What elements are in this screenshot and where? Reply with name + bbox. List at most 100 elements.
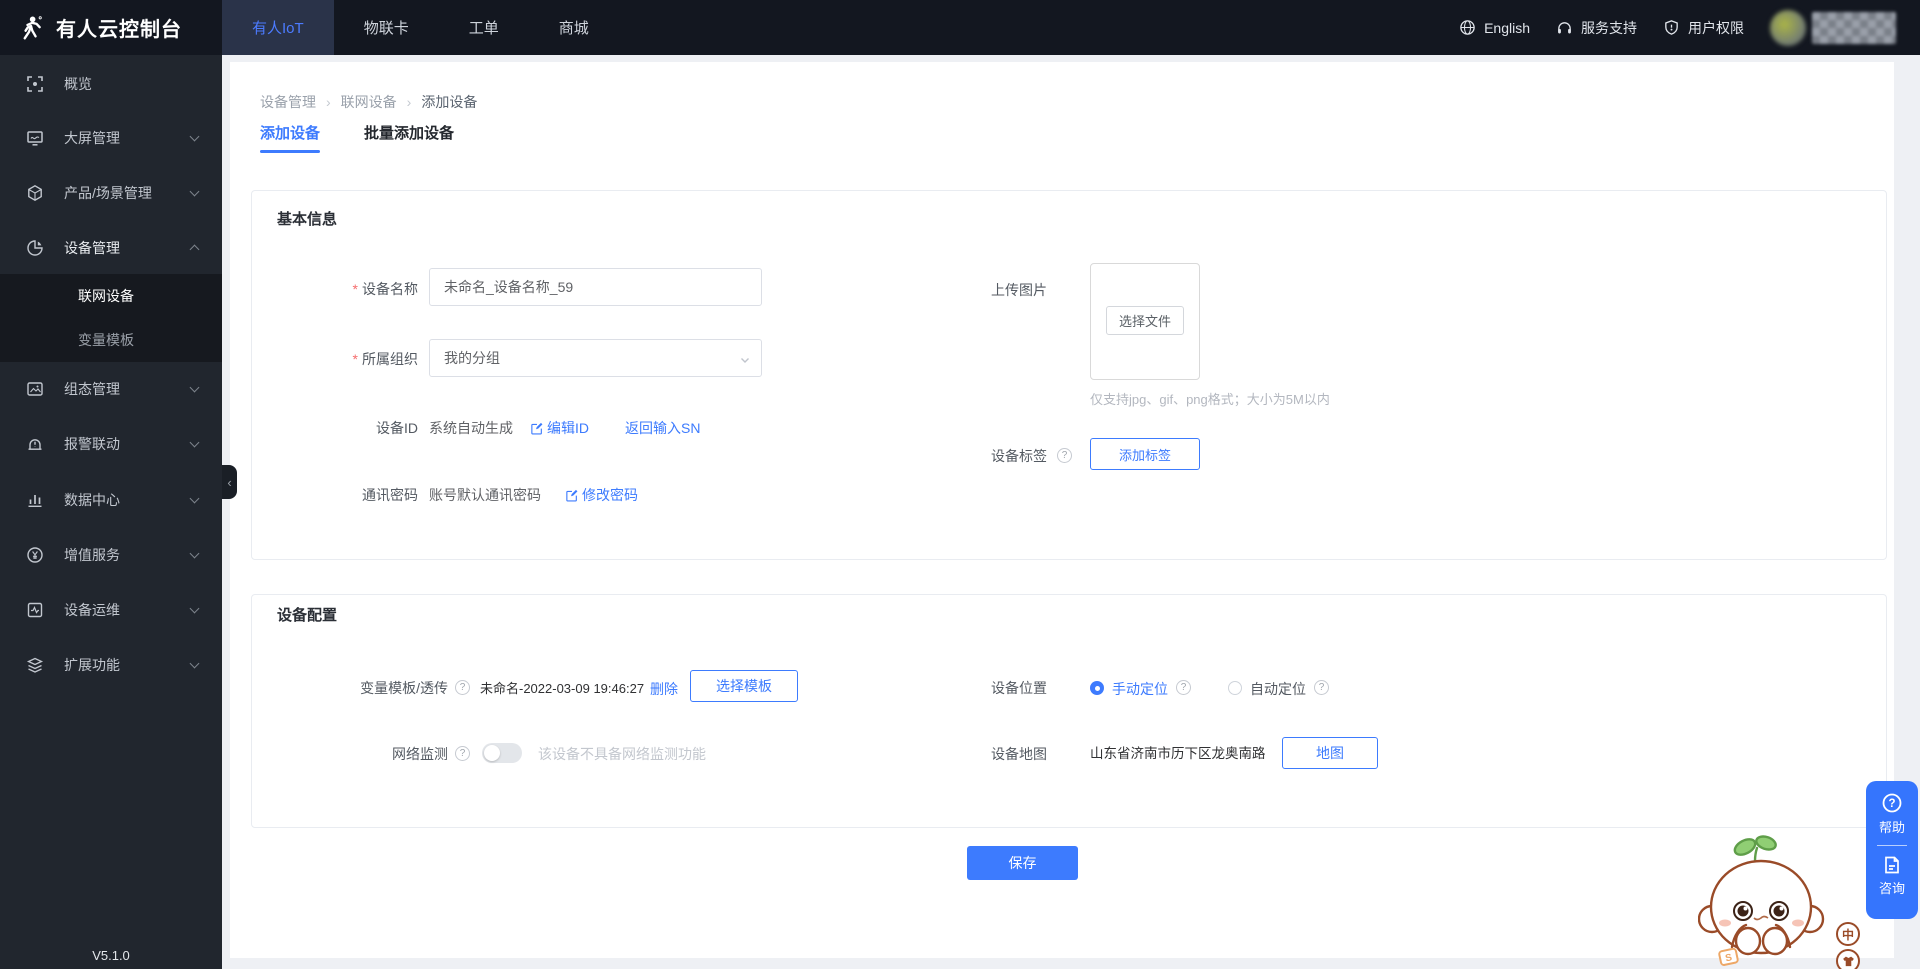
back-to-sn-link[interactable]: 返回输入SN	[625, 418, 700, 438]
delete-template-link[interactable]: 删除	[650, 679, 678, 699]
comm-password-label: 通讯密码	[362, 487, 418, 503]
org-select[interactable]: 我的分组	[429, 339, 762, 377]
document-icon[interactable]	[1882, 855, 1902, 875]
auto-locate-radio[interactable]	[1228, 681, 1242, 695]
template-label: 变量模板/透传	[360, 680, 448, 696]
user-permission-label: 用户权限	[1688, 19, 1744, 36]
sidebar-item-product-scene[interactable]: 产品/场景管理	[0, 171, 222, 215]
collapse-arrow-icon: ‹	[227, 474, 232, 490]
device-map-address: 山东省济南市历下区龙奥南路	[1090, 746, 1266, 761]
auto-locate-label[interactable]: 自动定位	[1250, 679, 1306, 699]
zhong-badge-button[interactable]: 中	[1836, 922, 1860, 946]
breadcrumb-separator-icon: ›	[406, 94, 412, 110]
sidebar-item-alarm-linkage[interactable]: 报警联动	[0, 422, 222, 466]
sidebar-item-label: 报警联动	[64, 436, 120, 452]
clothes-badge-button[interactable]	[1836, 949, 1860, 969]
header-tab-mall[interactable]: 商城	[529, 0, 619, 55]
map-button[interactable]: 地图	[1282, 737, 1378, 769]
user-permission[interactable]: 用户权限	[1663, 18, 1744, 38]
active-tab-underline	[260, 150, 320, 153]
image-icon	[26, 380, 44, 398]
choose-template-button[interactable]: 选择模板	[690, 670, 798, 702]
username-redacted	[1812, 11, 1896, 44]
consult-label[interactable]: 咨询	[1879, 878, 1905, 897]
basic-info-title: 基本信息	[277, 211, 338, 228]
sidebar-item-overview[interactable]: 概览	[0, 62, 222, 106]
add-tag-button[interactable]: 添加标签	[1090, 438, 1200, 470]
breadcrumb-device-mgmt[interactable]: 设备管理	[260, 92, 316, 112]
cube-icon	[26, 184, 44, 202]
breadcrumb-add-device: 添加设备	[421, 94, 478, 110]
chevron-down-icon	[189, 658, 200, 669]
monitor-pulse-icon	[26, 601, 44, 619]
sidebar-item-label: 产品/场景管理	[64, 185, 152, 201]
sidebar-item-data-center[interactable]: 数据中心	[0, 478, 222, 522]
sidebar-subitem-networked-devices[interactable]: 联网设备	[0, 274, 222, 318]
help-label[interactable]: 帮助	[1879, 817, 1905, 836]
breadcrumb-networked-devices[interactable]: 联网设备	[341, 92, 397, 112]
sidebar-item-label: 概览	[64, 76, 92, 92]
org-label: * 所属组织	[352, 351, 418, 367]
header-tab-workorder[interactable]: 工单	[439, 0, 529, 55]
sidebar-item-device-mgmt[interactable]: 设备管理	[0, 226, 222, 270]
help-question-icon[interactable]: ?	[455, 680, 470, 695]
comm-password-value: 账号默认通讯密码	[429, 487, 541, 503]
sidebar-item-label: 设备管理	[64, 240, 120, 256]
manual-locate-label[interactable]: 手动定位	[1112, 679, 1168, 699]
chevron-down-icon	[189, 131, 200, 142]
mascot-character[interactable]: S	[1697, 833, 1833, 969]
sidebar-subitem-label: 变量模板	[78, 332, 134, 348]
sidebar-subitem-label: 联网设备	[78, 288, 134, 304]
tab-batch-add-device[interactable]: 批量添加设备	[364, 122, 454, 143]
header-tab-usriot[interactable]: 有人IoT	[222, 0, 334, 55]
tab-add-device[interactable]: 添加设备	[260, 122, 320, 143]
sidebar: 概览 大屏管理 产品/场景管理 设备管理 联网设备 变量模板 组态管理 报警联动…	[0, 55, 222, 969]
edit-id-link[interactable]: 编辑ID	[530, 418, 589, 438]
change-password-link[interactable]: 修改密码	[565, 485, 638, 505]
sidebar-subitem-variable-template[interactable]: 变量模板	[0, 318, 222, 362]
sidebar-item-device-ops[interactable]: 设备运维	[0, 588, 222, 632]
help-question-icon[interactable]: ?	[1057, 448, 1072, 463]
yen-icon	[26, 546, 44, 564]
sidebar-item-value-added[interactable]: 增值服务	[0, 533, 222, 577]
pen-icon	[565, 489, 578, 502]
manual-locate-radio[interactable]	[1090, 681, 1104, 695]
choose-file-button[interactable]: 选择文件	[1106, 306, 1184, 335]
globe-icon	[1459, 19, 1476, 36]
headset-icon	[1556, 19, 1573, 36]
device-map-label: 设备地图	[991, 746, 1047, 762]
chevron-down-icon	[189, 382, 200, 393]
app-title: 有人云控制台	[56, 19, 182, 41]
save-button[interactable]: 保存	[967, 846, 1078, 880]
help-circle-icon[interactable]: ?	[1881, 792, 1903, 814]
sidebar-item-extensions[interactable]: 扩展功能	[0, 643, 222, 687]
help-question-icon[interactable]: ?	[1314, 680, 1329, 695]
help-question-icon[interactable]: ?	[455, 746, 470, 761]
bars-icon	[26, 491, 44, 509]
sidebar-item-label: 大屏管理	[64, 130, 120, 146]
device-id-value: 系统自动生成	[429, 420, 513, 436]
language-switch[interactable]: English	[1459, 19, 1530, 36]
device-tag-label: 设备标签	[991, 448, 1047, 464]
service-support-label: 服务支持	[1581, 19, 1637, 36]
device-id-label: 设备ID	[376, 420, 418, 436]
alarm-icon	[26, 435, 44, 453]
sidebar-item-label: 数据中心	[64, 492, 120, 508]
sidebar-item-scada-mgmt[interactable]: 组态管理	[0, 367, 222, 411]
overview-icon	[26, 75, 44, 93]
shirt-icon	[1842, 956, 1854, 966]
network-monitor-tip: 该设备不具备网络监测功能	[538, 746, 706, 762]
header-tab-iot-card[interactable]: 物联卡	[334, 0, 439, 55]
shield-icon	[1663, 19, 1680, 36]
network-monitor-toggle[interactable]	[482, 743, 522, 763]
logo[interactable]: 有人云控制台	[18, 0, 182, 55]
service-support[interactable]: 服务支持	[1556, 18, 1637, 38]
sidebar-item-screen-mgmt[interactable]: 大屏管理	[0, 116, 222, 160]
chevron-down-icon	[189, 548, 200, 559]
device-name-input[interactable]	[429, 268, 762, 306]
sidebar-item-label: 增值服务	[64, 547, 120, 563]
help-question-icon[interactable]: ?	[1176, 680, 1191, 695]
user-account[interactable]	[1770, 9, 1896, 46]
required-mark: *	[352, 351, 358, 367]
sidebar-collapse-handle[interactable]: ‹	[222, 465, 237, 499]
